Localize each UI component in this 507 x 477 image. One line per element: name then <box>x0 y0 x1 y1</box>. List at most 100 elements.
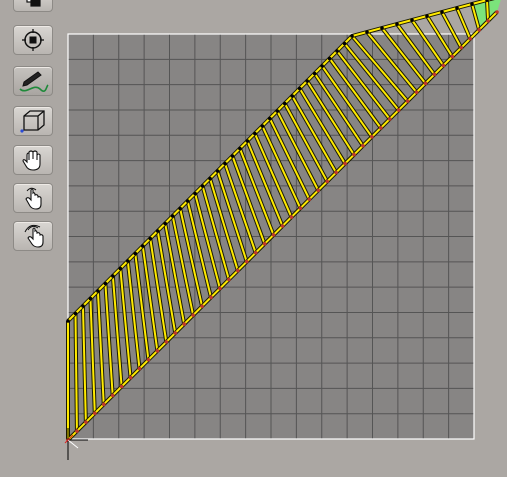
top-control-point[interactable] <box>103 281 108 286</box>
bottom-control-point[interactable] <box>128 375 133 380</box>
top-control-point[interactable] <box>380 26 384 30</box>
bottom-control-point[interactable] <box>253 250 258 255</box>
bottom-control-point[interactable] <box>423 81 428 86</box>
bottom-control-point[interactable] <box>459 45 464 50</box>
top-control-point[interactable] <box>365 30 369 34</box>
top-control-point[interactable] <box>455 6 459 10</box>
bottom-control-point[interactable] <box>379 126 383 130</box>
bottom-control-point[interactable] <box>101 402 106 407</box>
bottom-control-point[interactable] <box>298 206 303 210</box>
top-control-point[interactable] <box>290 94 295 98</box>
top-control-point[interactable] <box>395 22 399 26</box>
top-control-point[interactable] <box>410 18 414 22</box>
bottom-control-point[interactable] <box>450 54 455 59</box>
top-control-point[interactable] <box>282 101 287 106</box>
top-control-point[interactable] <box>312 71 317 76</box>
draw-curve-button[interactable] <box>13 66 53 96</box>
bottom-control-point[interactable] <box>396 108 401 112</box>
bottom-control-point[interactable] <box>84 420 88 424</box>
top-control-point[interactable] <box>155 229 160 233</box>
bottom-control-point[interactable] <box>441 63 446 68</box>
bottom-control-point[interactable] <box>325 179 329 184</box>
bottom-control-point[interactable] <box>93 411 97 416</box>
top-control-point[interactable] <box>73 311 78 316</box>
top-control-point[interactable] <box>200 184 205 188</box>
bottom-control-point[interactable] <box>343 161 347 166</box>
layers-button[interactable] <box>13 0 53 12</box>
bottom-control-point[interactable] <box>173 331 178 335</box>
bottom-control-point[interactable] <box>432 72 437 77</box>
top-control-point[interactable] <box>118 266 123 271</box>
bottom-control-point[interactable] <box>477 28 481 32</box>
top-control-point[interactable] <box>185 199 190 203</box>
bottom-control-point[interactable] <box>200 304 204 309</box>
drawing-canvas[interactable] <box>5 0 507 477</box>
bottom-control-point[interactable] <box>236 268 240 273</box>
bottom-control-point[interactable] <box>280 224 285 228</box>
bottom-control-point[interactable] <box>486 19 490 23</box>
top-control-point[interactable] <box>193 191 197 196</box>
bottom-control-point[interactable] <box>209 295 213 300</box>
canvas-viewport[interactable] <box>5 0 507 477</box>
top-control-point[interactable] <box>253 131 257 136</box>
bottom-control-point[interactable] <box>495 10 499 14</box>
bottom-control-point[interactable] <box>137 366 142 371</box>
bottom-control-point[interactable] <box>405 99 410 103</box>
bottom-control-point[interactable] <box>146 357 151 362</box>
bottom-control-point[interactable] <box>75 429 79 433</box>
bottom-control-point[interactable] <box>262 242 267 246</box>
top-control-point[interactable] <box>208 176 212 181</box>
top-control-point[interactable] <box>178 206 182 211</box>
top-control-point[interactable] <box>275 109 280 113</box>
bottom-control-point[interactable] <box>155 349 160 353</box>
top-control-point[interactable] <box>238 146 242 151</box>
bottom-control-point[interactable] <box>334 170 338 175</box>
bottom-control-point[interactable] <box>218 286 222 291</box>
top-control-point[interactable] <box>267 116 272 121</box>
bottom-control-point[interactable] <box>191 313 195 317</box>
hand-multi-tap-button[interactable] <box>13 221 53 251</box>
bottom-control-point[interactable] <box>352 152 356 157</box>
top-control-point[interactable] <box>305 79 309 83</box>
top-control-point[interactable] <box>342 41 347 46</box>
top-control-point[interactable] <box>81 304 85 308</box>
top-control-point[interactable] <box>148 236 153 241</box>
bottom-control-point[interactable] <box>164 340 169 344</box>
bottom-control-point[interactable] <box>370 135 374 139</box>
top-control-point[interactable] <box>125 259 130 263</box>
top-control-point[interactable] <box>66 319 70 323</box>
top-control-point[interactable] <box>140 244 145 248</box>
top-control-point[interactable] <box>335 49 339 53</box>
top-control-point[interactable] <box>88 296 93 301</box>
top-control-point[interactable] <box>470 2 474 6</box>
top-control-point[interactable] <box>350 34 354 38</box>
top-control-point[interactable] <box>163 221 167 226</box>
bottom-control-point[interactable] <box>271 233 276 237</box>
top-control-point[interactable] <box>297 86 302 91</box>
top-control-point[interactable] <box>327 56 332 61</box>
bottom-control-point[interactable] <box>387 117 392 121</box>
top-control-point[interactable] <box>133 251 138 256</box>
top-control-point[interactable] <box>170 214 175 218</box>
bottom-control-point[interactable] <box>289 215 294 219</box>
bottom-control-point[interactable] <box>182 322 186 326</box>
bottom-control-point[interactable] <box>307 197 312 202</box>
center-button[interactable] <box>13 25 53 55</box>
top-control-point[interactable] <box>223 161 227 166</box>
top-control-point[interactable] <box>245 139 250 143</box>
bottom-control-point[interactable] <box>110 393 115 398</box>
bottom-control-point[interactable] <box>361 143 365 148</box>
top-control-point[interactable] <box>260 124 265 128</box>
top-control-point[interactable] <box>111 274 115 278</box>
top-control-point[interactable] <box>215 169 220 173</box>
hand-pan-button[interactable] <box>13 145 53 175</box>
top-control-point[interactable] <box>230 154 235 158</box>
bottom-control-point[interactable] <box>244 259 249 264</box>
top-control-point[interactable] <box>96 289 100 293</box>
bottom-control-point[interactable] <box>227 277 231 282</box>
bottom-control-point[interactable] <box>316 188 321 193</box>
top-control-point[interactable] <box>320 64 324 68</box>
bottom-control-point[interactable] <box>414 90 419 95</box>
top-control-point[interactable] <box>425 14 429 18</box>
hand-tap-button[interactable] <box>13 183 53 213</box>
